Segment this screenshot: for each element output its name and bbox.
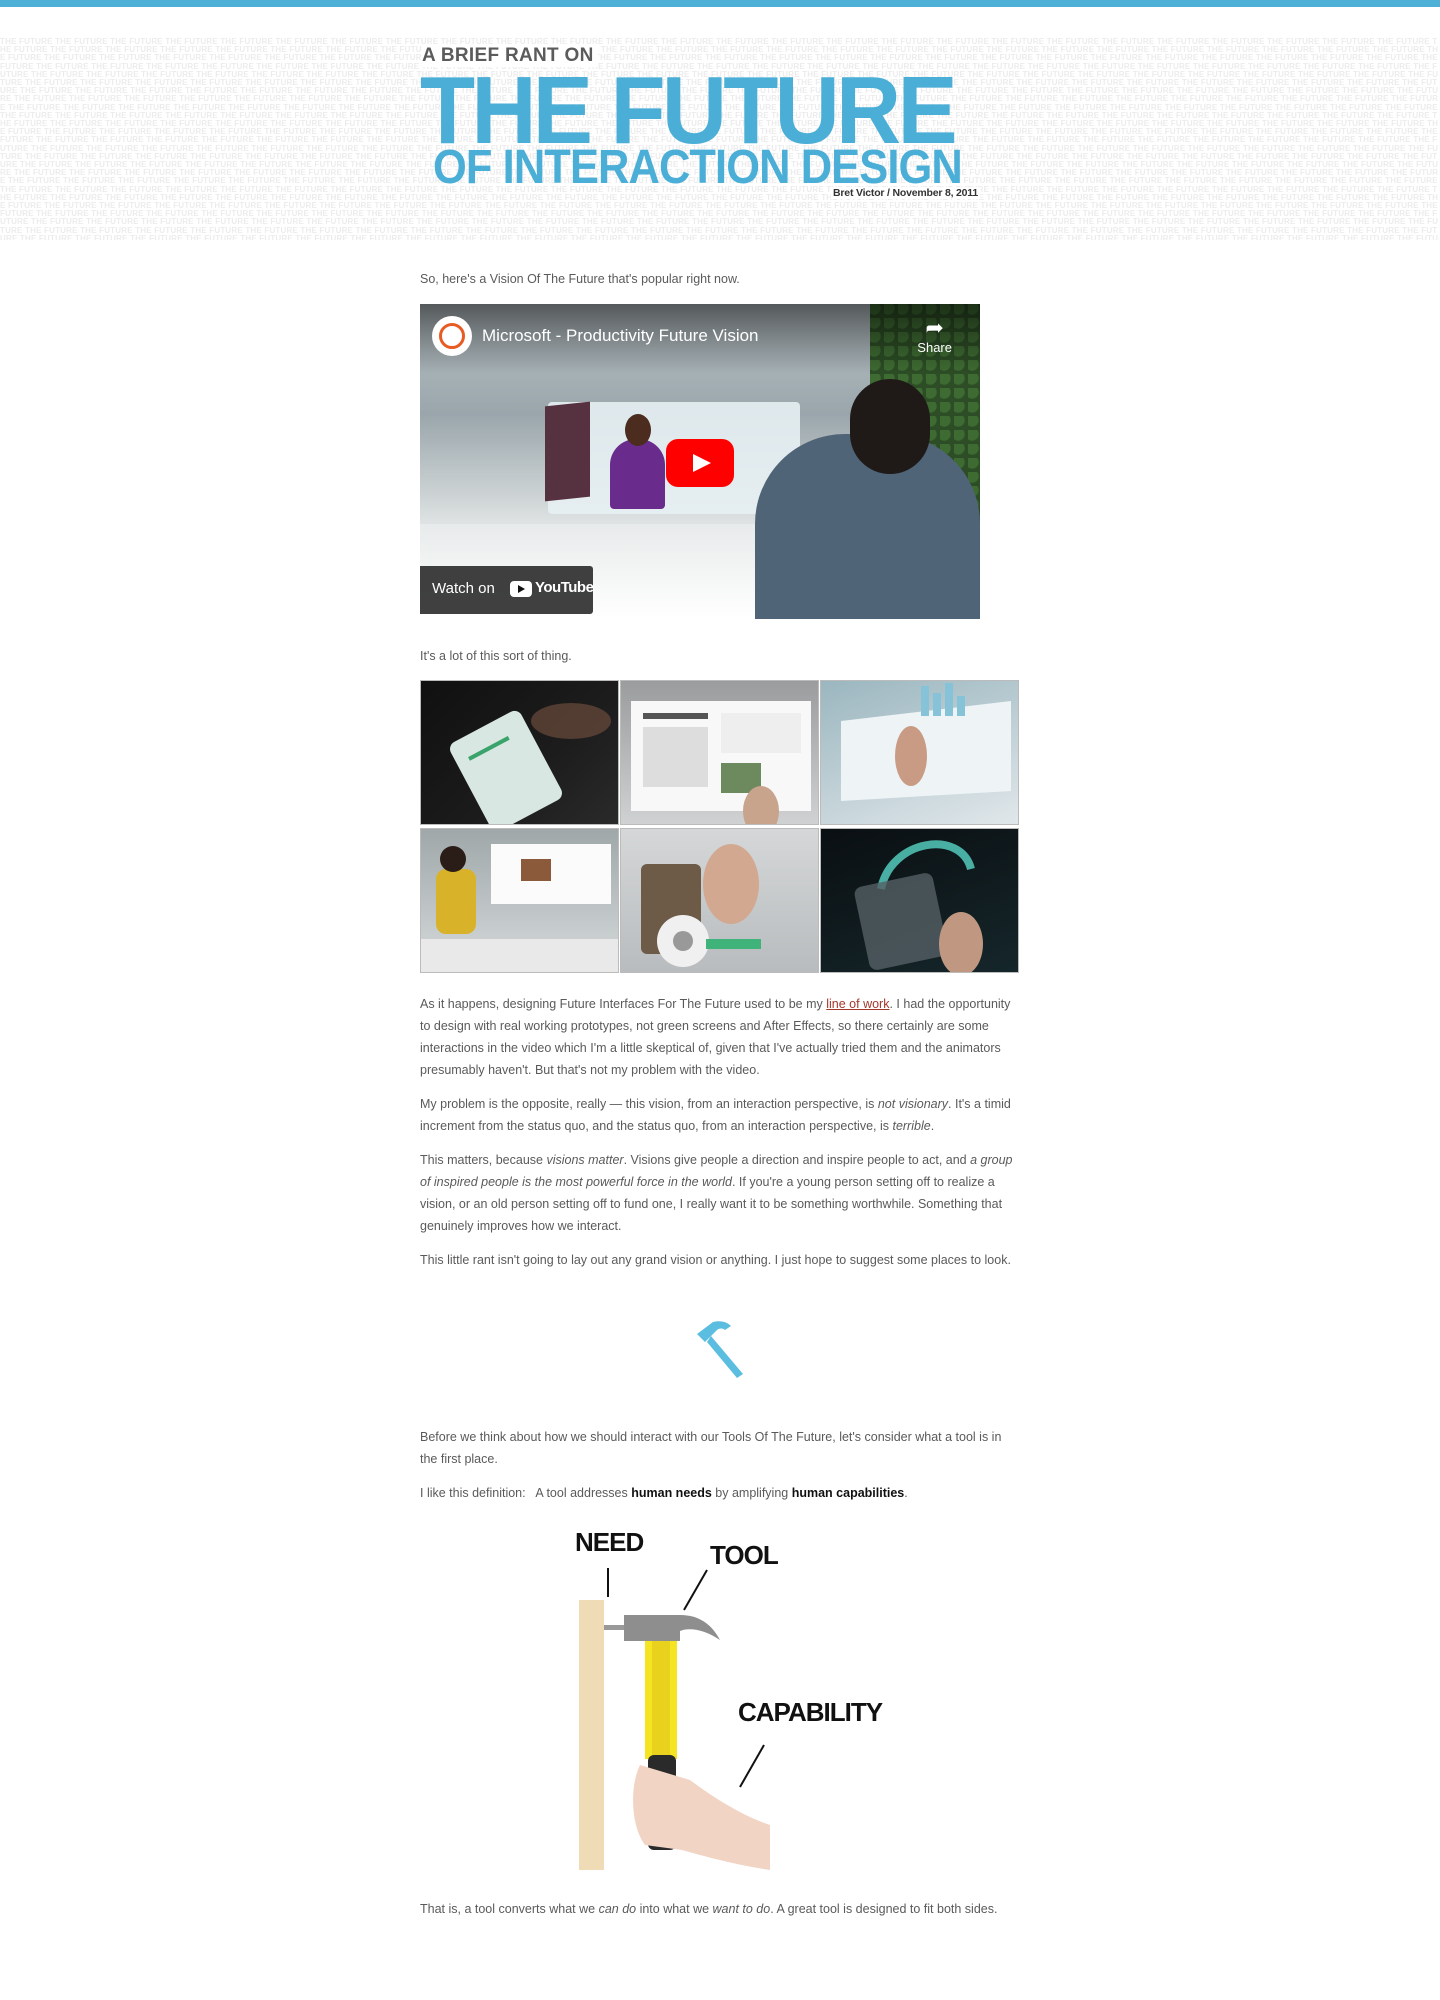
article-body: As it happens, designing Future Interfac… <box>420 993 1020 1271</box>
emphasis-text: want to do <box>712 1902 771 1916</box>
byline: Bret Victor / November 8, 2011 <box>831 187 980 199</box>
video-embed[interactable]: Microsoft - Productivity Future Vision ➦… <box>420 304 980 619</box>
paragraph-text: into what we <box>636 1902 713 1916</box>
video-title[interactable]: Microsoft - Productivity Future Vision <box>482 326 759 346</box>
video-thumbnail-person <box>610 439 665 509</box>
paragraph-text: As it happens, designing Future Interfac… <box>420 997 827 1011</box>
watch-on-label: Watch on <box>432 580 495 597</box>
paragraph-visions-matter: This matters, because visions matter. Vi… <box>420 1149 1020 1237</box>
grid-intro-section: It's a lot of this sort of thing. <box>420 645 1020 667</box>
grid-image-tablet-document <box>620 680 819 825</box>
video-thumbnail-panel <box>545 401 590 502</box>
emphasis-text: can do <box>598 1902 637 1916</box>
emphasis-text: terrible <box>892 1119 931 1133</box>
paragraph-text: . <box>904 1486 908 1500</box>
paragraph-text: This matters, because <box>420 1153 547 1167</box>
emphasis-text: visions matter <box>546 1153 624 1167</box>
intro-paragraph: So, here's a Vision Of The Future that's… <box>420 272 740 286</box>
paragraph-text: My problem is the opposite, really — thi… <box>420 1097 878 1111</box>
paragraph-tool-converts: That is, a tool converts what we can do … <box>420 1898 1020 1920</box>
paragraph-text: by amplifying <box>711 1486 792 1500</box>
share-button[interactable]: ➦ Share <box>917 315 952 356</box>
paragraph-text: . A great tool is designed to fit both s… <box>770 1902 998 1916</box>
strong-text: human capabilities <box>791 1486 905 1500</box>
paragraph-text: . <box>930 1119 935 1133</box>
paragraph-little-rant: This little rant isn't going to lay out … <box>420 1253 1011 1267</box>
closing-section: That is, a tool converts what we can do … <box>420 1898 1020 1920</box>
tool-label: TOOL <box>710 1540 779 1570</box>
video-thumbnail-viewer-head <box>850 379 930 474</box>
share-label: Share <box>917 340 952 355</box>
paragraph-text: That is, a tool converts what we <box>420 1902 599 1916</box>
intro-section: So, here's a Vision Of The Future that's… <box>420 268 1020 290</box>
grid-image-wall-display <box>420 828 619 973</box>
paragraph-text: . Visions give people a direction and in… <box>623 1153 971 1167</box>
play-button-icon[interactable] <box>666 439 734 487</box>
page-header: A BRIEF RANT ON THE FUTURE OF INTERACTIO… <box>420 45 982 205</box>
strong-text: human needs <box>631 1486 712 1500</box>
capability-label: CAPABILITY <box>738 1697 883 1727</box>
share-icon: ➦ <box>925 315 944 340</box>
paragraph-tool-definition: I like this definition: A tool addresses… <box>420 1482 1020 1504</box>
tool-section: Before we think about how we should inte… <box>420 1426 1020 1504</box>
paragraph-text: I like this definition: A tool addresses <box>420 1486 632 1500</box>
grid-intro-paragraph: It's a lot of this sort of thing. <box>420 649 572 663</box>
video-thumbnail-person-head <box>625 414 651 446</box>
line-of-work-link[interactable]: line of work <box>826 997 889 1011</box>
youtube-label: YouTube <box>535 579 594 596</box>
paragraph-tools-of-future: Before we think about how we should inte… <box>420 1430 1002 1466</box>
hammer-icon <box>697 1321 743 1378</box>
youtube-logo-icon <box>510 581 532 597</box>
tool-diagram: NEED TOOL CAPABILITY <box>570 1525 890 1870</box>
top-accent-bar <box>0 0 1440 7</box>
paragraph-not-visionary: My problem is the opposite, really — thi… <box>420 1093 1020 1137</box>
emphasis-text: not visionary <box>877 1097 949 1111</box>
paragraph-line-of-work: As it happens, designing Future Interfac… <box>420 993 1020 1081</box>
grid-image-city-panel <box>820 680 1019 825</box>
grid-image-glass-phone <box>820 828 1019 973</box>
grid-image-table-surface <box>620 828 819 973</box>
channel-avatar[interactable] <box>432 316 472 356</box>
need-label: NEED <box>575 1527 644 1557</box>
image-grid <box>420 680 1020 975</box>
watch-on-youtube-button[interactable]: Watch on YouTube <box>420 566 594 614</box>
grid-image-phone <box>420 680 619 825</box>
